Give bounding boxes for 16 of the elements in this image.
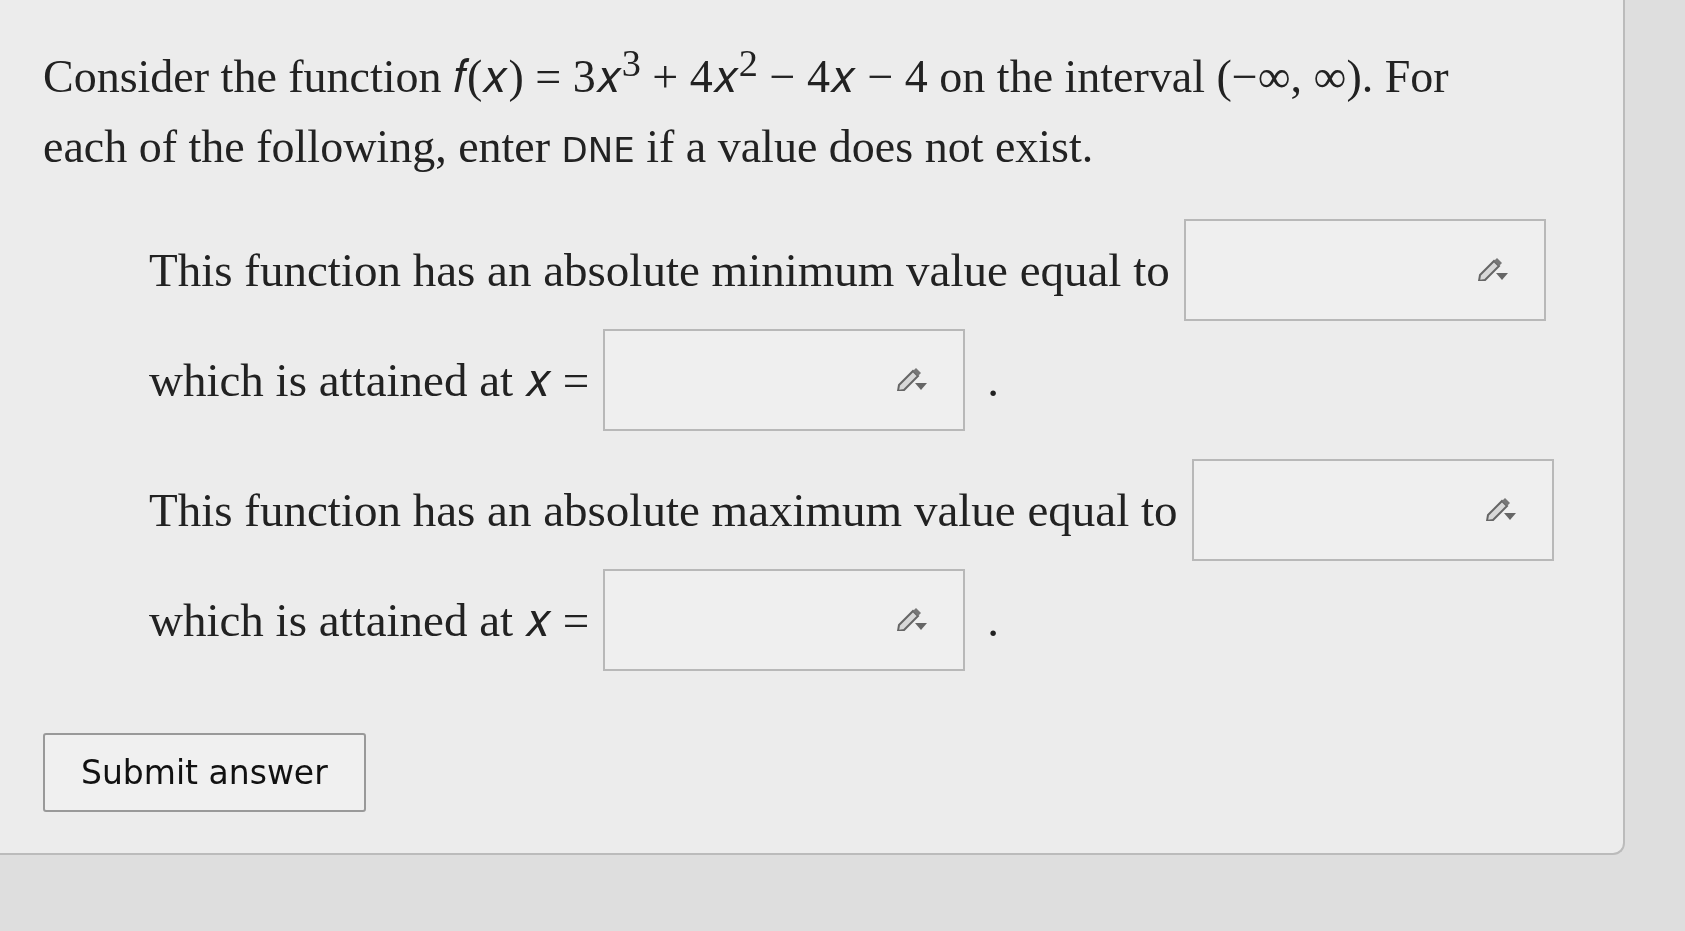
period-text: . (987, 593, 999, 648)
submit-button[interactable]: Submit answer (43, 733, 366, 813)
answer-field[interactable] (603, 569, 966, 672)
prompt-text: which is attained at 𝑥 = (149, 592, 590, 648)
answer-field[interactable] (1183, 219, 1546, 322)
pencil-icon[interactable] (895, 605, 928, 632)
pencil-icon[interactable] (895, 365, 928, 392)
answer-field[interactable] (1191, 459, 1554, 562)
prompt-text: This function has an absolute maximum value equal to (149, 483, 1178, 538)
prompt-text: This function has an absolute minimum value equal to (149, 243, 1170, 298)
pencil-icon[interactable] (1475, 255, 1508, 282)
question-text: Consider the function 𝑓(𝑥) = 3𝑥$^{3}$ + 4𝑥$^{2}$ − 4𝑥 − 4 on the interval (−∞, ∞). For each of the following, enter DNE if a value does not exist. (43, 41, 1450, 175)
period-text: . (987, 353, 999, 408)
pencil-icon[interactable] (1483, 495, 1516, 522)
answer-field[interactable] (603, 329, 966, 432)
prompt-text: which is attained at 𝑥 = (149, 352, 590, 408)
